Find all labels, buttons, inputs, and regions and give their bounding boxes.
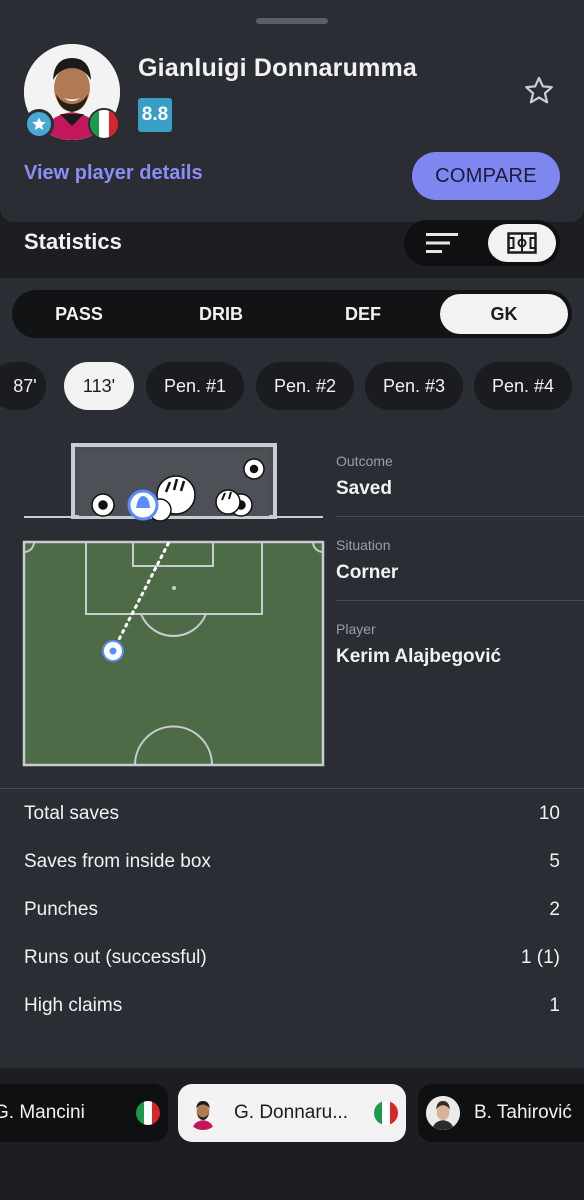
player-label: Player (336, 621, 376, 637)
shot-map-graphic (0, 430, 584, 780)
player-name: Gianluigi Donnarumma (138, 54, 418, 82)
event-chip-pen-1[interactable]: Pen. #1 (146, 362, 244, 410)
list-view-icon[interactable] (410, 224, 474, 262)
event-chip-pen-2[interactable]: Pen. #2 (256, 362, 354, 410)
tab-pass[interactable]: PASS (18, 294, 140, 334)
outcome-label: Outcome (336, 453, 393, 469)
player-avatar (186, 1096, 220, 1130)
pitch-view-icon[interactable] (488, 224, 556, 262)
italy-flag-icon (88, 108, 120, 140)
view-player-details-link[interactable]: View player details (24, 162, 203, 185)
sheet-drag-handle[interactable] (256, 18, 328, 24)
favorite-star-icon[interactable] (522, 74, 556, 108)
stat-label: Saves from inside box (24, 851, 211, 872)
stat-label: High claims (24, 995, 123, 1016)
tab-gk[interactable]: GK (440, 294, 568, 334)
stat-label: Runs out (successful) (24, 947, 207, 968)
stat-value: 10 (538, 803, 560, 824)
italy-flag-icon (374, 1101, 398, 1125)
situation-value: Corner (336, 562, 399, 583)
player-card-name: B. Tahirović (474, 1102, 572, 1123)
situation-label: Situation (336, 537, 391, 553)
shooter-name: Kerim Alajbegović (336, 646, 502, 667)
stat-row: Total saves 10 (24, 799, 560, 829)
player-card-donnarumma[interactable]: G. Donnaru... (178, 1084, 406, 1142)
stat-value: 5 (549, 851, 560, 872)
stat-value: 1 (1) (520, 947, 560, 968)
stat-value: 2 (549, 899, 560, 920)
player-card-name: G. Donnaru... (234, 1102, 349, 1123)
event-chip-87[interactable]: 87' (0, 362, 46, 410)
stat-row: Runs out (successful) 1 (1) (24, 943, 560, 973)
event-chip-pen-4[interactable]: Pen. #4 (474, 362, 572, 410)
tab-drib[interactable]: DRIB (160, 294, 282, 334)
divider (336, 600, 584, 601)
player-avatar (426, 1096, 460, 1130)
player-card-name: G. Mancini (0, 1102, 85, 1123)
divider (336, 516, 584, 517)
stat-row: High claims 1 (24, 991, 560, 1021)
statistics-title: Statistics (24, 229, 122, 254)
pitch (22, 540, 325, 767)
stat-label: Punches (24, 899, 98, 920)
player-rating-badge: 8.8 (138, 98, 172, 132)
compare-button[interactable]: COMPARE (412, 152, 560, 200)
selected-save-glove-icon (127, 489, 159, 521)
stat-label: Total saves (24, 803, 120, 824)
event-chip-pen-3[interactable]: Pen. #3 (365, 362, 463, 410)
player-card-tahirovic[interactable]: B. Tahirović (418, 1084, 584, 1142)
stat-value: 1 (549, 995, 560, 1016)
player-card-mancini[interactable]: G. Mancini (0, 1084, 168, 1142)
tab-def[interactable]: DEF (302, 294, 424, 334)
italy-flag-icon (136, 1101, 160, 1125)
outcome-value: Saved (336, 478, 392, 499)
divider (0, 788, 584, 789)
stat-row: Punches 2 (24, 895, 560, 925)
event-chip-113[interactable]: 113' (64, 362, 134, 410)
star-player-badge-icon (24, 109, 54, 139)
stat-row: Saves from inside box 5 (24, 847, 560, 877)
